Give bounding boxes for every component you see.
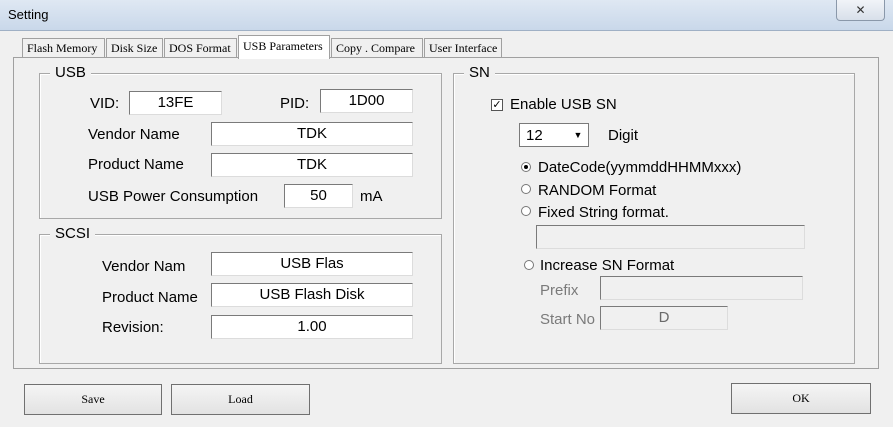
scsi-group-label: SCSI	[50, 225, 96, 242]
prefix-field[interactable]	[600, 276, 803, 300]
sn-group-label: SN	[464, 64, 495, 81]
usb-group-label: USB	[50, 64, 91, 81]
title-bar	[0, 0, 893, 31]
vendor-name-label: Vendor Name	[88, 126, 180, 143]
tab-copy-compare[interactable]: Copy . Compare	[331, 38, 423, 58]
random-format-radio[interactable]	[521, 184, 531, 194]
prefix-label: Prefix	[540, 282, 579, 299]
pid-field[interactable]: 1D00	[320, 89, 413, 113]
fixed-string-radio[interactable]	[521, 206, 531, 216]
vendor-name-field[interactable]: TDK	[211, 122, 413, 146]
scsi-revision-field[interactable]: 1.00	[211, 315, 413, 339]
scsi-product-field[interactable]: USB Flash Disk	[211, 283, 413, 307]
close-icon: ✕	[855, 3, 866, 17]
pid-label: PID:	[280, 95, 310, 112]
increase-sn-label: Increase SN Format	[540, 257, 675, 274]
product-name-field[interactable]: TDK	[211, 153, 413, 177]
start-no-label: Start No	[540, 311, 596, 328]
load-button[interactable]: Load	[171, 384, 310, 415]
datecode-label: DateCode(yymmddHHMMxxx)	[538, 159, 742, 176]
usb-power-unit: mA	[360, 188, 383, 205]
enable-usb-sn-label: Enable USB SN	[510, 96, 617, 113]
fixed-string-label: Fixed String format.	[538, 204, 669, 221]
usb-power-label: USB Power Consumption	[88, 188, 259, 205]
window-title: Setting	[8, 7, 49, 22]
tab-dos-format[interactable]: DOS Format	[164, 38, 237, 58]
vid-field[interactable]: 13FE	[129, 91, 222, 115]
save-button[interactable]: Save	[24, 384, 162, 415]
vid-label: VID:	[90, 95, 120, 112]
fixed-string-field[interactable]	[536, 225, 805, 249]
usb-power-field[interactable]: 50	[284, 184, 353, 208]
scsi-vendor-field[interactable]: USB Flas	[211, 252, 413, 276]
scsi-vendor-label: Vendor Nam	[102, 258, 186, 275]
chevron-down-icon: ▼	[573, 130, 583, 140]
tab-panel: USB VID: 13FE PID: 1D00 Vendor Name TDK …	[13, 57, 879, 369]
enable-usb-sn-checkbox[interactable]: ✓	[491, 99, 503, 111]
random-format-label: RANDOM Format	[538, 182, 657, 199]
scsi-revision-label: Revision:	[102, 319, 164, 336]
tab-user-interface[interactable]: User Interface	[424, 38, 502, 58]
tab-disk-size[interactable]: Disk Size	[106, 38, 163, 58]
digit-select[interactable]: 12 ▼	[519, 123, 589, 147]
close-button[interactable]: ✕	[836, 0, 885, 21]
digit-label: Digit	[608, 127, 639, 144]
ok-button[interactable]: OK	[731, 383, 871, 414]
scsi-product-label: Product Name	[102, 289, 198, 306]
tab-flash-memory[interactable]: Flash Memory	[22, 38, 105, 58]
digit-select-value: 12	[526, 127, 543, 144]
tab-usb-parameters[interactable]: USB Parameters	[238, 35, 330, 59]
start-no-field[interactable]: D	[600, 306, 728, 330]
datecode-radio[interactable]	[521, 162, 531, 172]
product-name-label: Product Name	[88, 156, 184, 173]
increase-sn-radio[interactable]	[524, 260, 534, 270]
